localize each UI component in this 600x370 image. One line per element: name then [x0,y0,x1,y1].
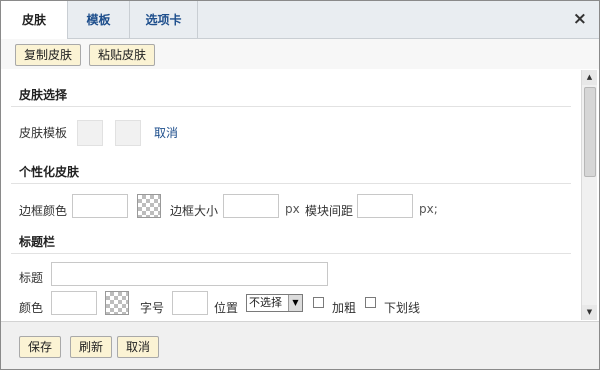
border-size-label: 边框大小 [170,204,219,218]
skin-template-label: 皮肤模板 [19,126,68,140]
module-spacing-label: 模块间距 [305,204,354,218]
underline-checkbox[interactable] [365,297,376,308]
vertical-scrollbar[interactable]: ▲ ▼ [581,70,597,320]
tab-options[interactable]: 选项卡 [130,1,198,39]
font-size-input[interactable] [172,291,208,315]
module-spacing-input[interactable] [357,194,413,218]
tab-skin[interactable]: 皮肤 [1,1,68,40]
bold-label: 加粗 [332,301,357,315]
skin-dialog: 皮肤 模板 选项卡 × 复制皮肤 粘贴皮肤 皮肤选择 皮肤模板 取消 个性化皮肤… [0,0,600,370]
divider [11,253,571,254]
save-button[interactable]: 保存 [19,336,62,358]
underline-label: 下划线 [384,301,421,315]
chevron-down-icon: ▼ [288,295,302,311]
tab-template[interactable]: 模板 [68,1,130,39]
divider [11,183,571,184]
section-title-title-bar: 标题栏 [19,235,56,249]
content-panel: 皮肤选择 皮肤模板 取消 个性化皮肤 边框颜色 边框大小 px 模块间距 px;… [1,70,581,320]
title-input[interactable] [51,262,328,286]
tab-bar: 皮肤 模板 选项卡 × [1,1,599,40]
refresh-button[interactable]: 刷新 [70,336,113,358]
skin-cancel-link[interactable]: 取消 [154,124,178,141]
scrollbar-thumb[interactable] [584,87,596,177]
position-select-value: 不选择 [249,296,282,309]
color-picker-icon[interactable] [137,194,161,218]
toolbar: 复制皮肤 粘贴皮肤 [1,39,599,69]
close-icon[interactable]: × [573,11,587,28]
cancel-button[interactable]: 取消 [117,336,160,358]
border-color-input[interactable] [72,194,128,218]
border-size-input[interactable] [223,194,279,218]
section-title-custom-skin: 个性化皮肤 [19,165,80,179]
skin-template-thumb-1[interactable] [77,120,103,146]
section-title-skin-select: 皮肤选择 [19,88,68,102]
bold-checkbox[interactable] [313,297,324,308]
skin-template-thumb-2[interactable] [115,120,141,146]
paste-skin-button[interactable]: 粘贴皮肤 [89,44,156,66]
color-picker-icon[interactable] [105,291,129,315]
footer: 保存 刷新 取消 [1,321,599,369]
module-spacing-unit: px; [419,202,438,216]
font-size-label: 字号 [140,301,165,315]
copy-skin-button[interactable]: 复制皮肤 [15,44,82,66]
position-label: 位置 [214,301,239,315]
title-label: 标题 [19,271,44,285]
border-size-unit: px [285,202,300,216]
position-select[interactable]: 不选择 ▼ [246,294,303,312]
title-color-label: 颜色 [19,301,44,315]
title-color-input[interactable] [51,291,97,315]
scroll-down-icon[interactable]: ▼ [582,305,597,320]
divider [11,106,571,107]
border-color-label: 边框颜色 [19,204,68,218]
scroll-up-icon[interactable]: ▲ [582,70,597,85]
